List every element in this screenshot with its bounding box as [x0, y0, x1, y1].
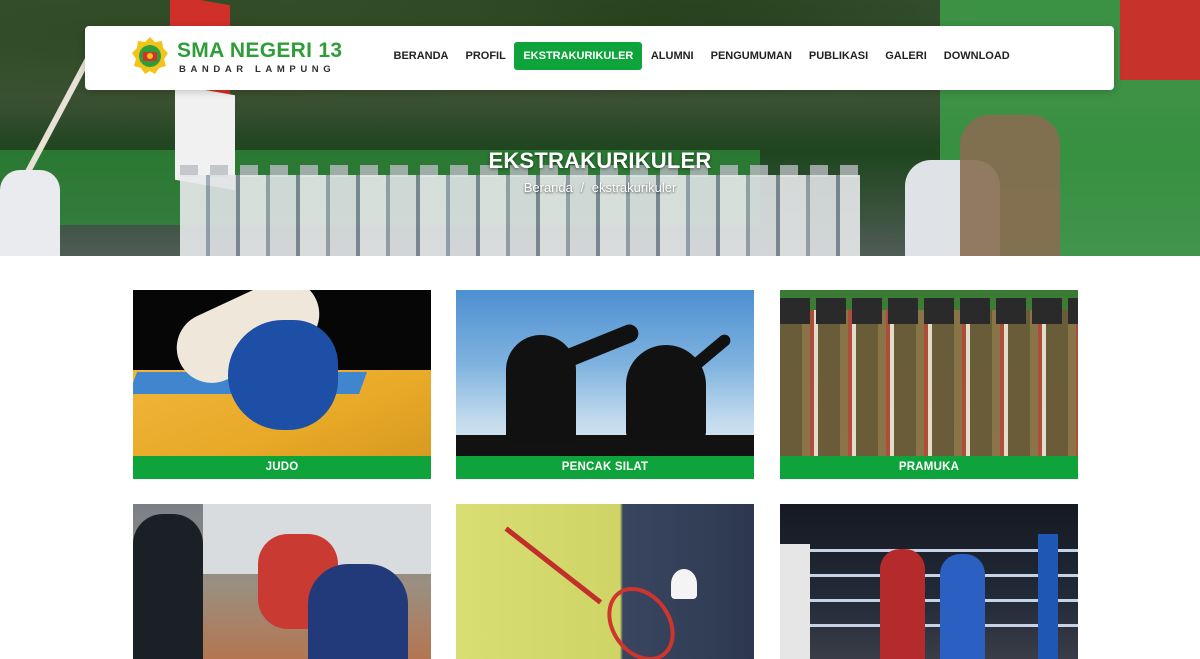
- pramuka-photo: [780, 290, 1078, 456]
- activity-label: PENCAK SILAT: [456, 456, 754, 479]
- menu-item-ekstrakurikuler[interactable]: EKSTRAKURIKULER: [514, 42, 643, 70]
- breadcrumb-current: ekstrakurikuler: [591, 180, 677, 195]
- menu-item-galeri[interactable]: GALERI: [877, 42, 936, 70]
- hero-red-banner: [1120, 0, 1200, 80]
- site-subtitle: BANDAR LAMPUNG: [179, 64, 336, 75]
- main-menu: BERANDA PROFIL EKSTRAKURIKULER ALUMNI PE…: [385, 41, 1018, 71]
- school-emblem-icon: [132, 37, 168, 74]
- activity-label: PRAMUKA: [780, 456, 1078, 479]
- activity-label: JUDO: [133, 456, 431, 479]
- activity-card-boxing[interactable]: [780, 504, 1078, 659]
- page-title: EKSTRAKURIKULER: [488, 148, 712, 173]
- menu-item-beranda[interactable]: BERANDA: [385, 42, 457, 70]
- menu-item-profil[interactable]: PROFIL: [457, 42, 514, 70]
- breadcrumb: Beranda / ekstrakurikuler: [0, 180, 1200, 195]
- menu-item-download[interactable]: DOWNLOAD: [935, 42, 1018, 70]
- menu-item-publikasi[interactable]: PUBLIKASI: [800, 42, 876, 70]
- breadcrumb-separator: /: [580, 180, 585, 195]
- pencak-silat-photo: [456, 290, 754, 456]
- pmr-photo: [133, 504, 431, 659]
- activity-card-badminton[interactable]: [456, 504, 754, 659]
- activity-card-pmr[interactable]: [133, 504, 431, 659]
- breadcrumb-home-link[interactable]: Beranda: [524, 180, 573, 195]
- boxing-photo: [780, 504, 1078, 659]
- navbar: SMA NEGERI 13 BANDAR LAMPUNG BERANDA PRO…: [85, 26, 1114, 90]
- site-logo[interactable]: SMA NEGERI 13 BANDAR LAMPUNG: [131, 36, 351, 80]
- activity-card-pencak-silat[interactable]: PENCAK SILAT: [456, 290, 754, 479]
- badminton-photo: [456, 504, 754, 659]
- activity-card-judo[interactable]: JUDO: [133, 290, 431, 479]
- activity-card-pramuka[interactable]: PRAMUKA: [780, 290, 1078, 479]
- menu-item-alumni[interactable]: ALUMNI: [642, 42, 702, 70]
- judo-photo: [133, 290, 431, 456]
- site-name: SMA NEGERI 13: [177, 39, 343, 62]
- menu-item-pengumuman[interactable]: PENGUMUMAN: [702, 42, 800, 70]
